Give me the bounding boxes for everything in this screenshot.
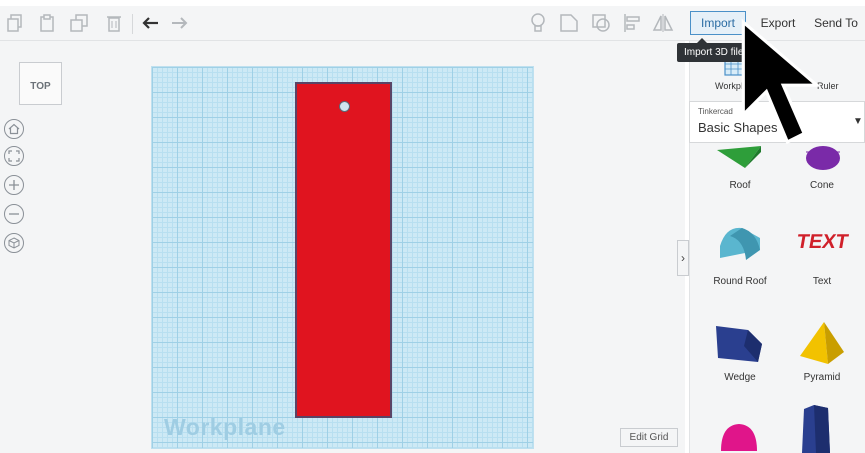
half-sphere-shape-thumbnail[interactable] [719, 421, 759, 453]
zoom-out-icon[interactable] [4, 204, 24, 224]
selected-box-shape[interactable] [295, 82, 392, 418]
chevron-right-icon: › [681, 251, 685, 265]
zoom-in-icon[interactable] [4, 175, 24, 195]
shape-label-round-roof: Round Roof [713, 276, 767, 287]
shape-label-pyramid: Pyramid [803, 372, 841, 383]
shape-label-cone: Cone [810, 180, 834, 191]
shape-label-roof: Roof [729, 180, 751, 191]
panel-collapse-toggle[interactable]: › [677, 240, 689, 276]
hole-shape[interactable] [339, 101, 350, 112]
light-icon[interactable] [525, 10, 551, 36]
toolbar-divider [132, 14, 133, 34]
shape-label-text: Text [812, 276, 832, 287]
cone-shape-thumbnail[interactable] [805, 146, 841, 172]
svg-text:TEXT: TEXT [798, 231, 850, 253]
redo-icon[interactable] [166, 10, 192, 36]
polygon-shape-thumbnail[interactable] [800, 405, 832, 453]
pyramid-shape-thumbnail[interactable] [798, 320, 846, 366]
copy-icon[interactable] [2, 10, 28, 36]
edit-grid-button[interactable]: Edit Grid [620, 428, 678, 447]
shape-icon[interactable] [556, 10, 582, 36]
workplane-label: Workplane [164, 414, 286, 440]
mirror-icon[interactable] [650, 10, 676, 36]
library-owner: Tinkercad [698, 107, 733, 116]
delete-icon[interactable] [101, 10, 127, 36]
wedge-shape-thumbnail[interactable] [714, 322, 764, 364]
duplicate-icon[interactable] [66, 10, 92, 36]
cursor-arrow-icon [741, 18, 822, 145]
shape-label-wedge: Wedge [724, 372, 756, 383]
undo-icon[interactable] [138, 10, 164, 36]
view-cube[interactable]: TOP [19, 62, 62, 105]
paste-icon[interactable] [34, 10, 60, 36]
align-icon[interactable] [619, 10, 645, 36]
roof-shape-thumbnail[interactable] [715, 146, 763, 172]
edit-toolbar [0, 6, 685, 41]
group-icon[interactable] [588, 10, 614, 36]
fit-icon[interactable] [4, 146, 24, 166]
text-shape-thumbnail[interactable]: TEXT [798, 224, 850, 254]
round-roof-shape-thumbnail[interactable] [716, 222, 764, 264]
home-icon[interactable] [4, 119, 24, 139]
perspective-icon[interactable] [4, 233, 24, 253]
view-cube-label: TOP [30, 81, 51, 92]
